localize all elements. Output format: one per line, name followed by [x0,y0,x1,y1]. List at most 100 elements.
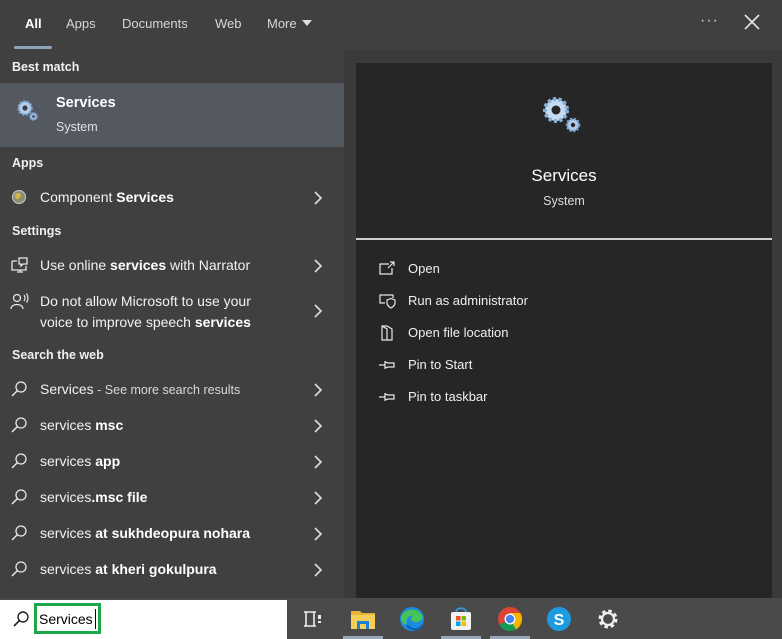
label-prefix: voice to improve speech [40,314,195,330]
narrator-monitor-icon [11,257,28,273]
label-prefix: Use online [40,257,111,273]
tab-all[interactable]: All [25,16,42,31]
action-label: Open [408,261,440,276]
more-options-button[interactable]: ··· [700,12,719,30]
result-label: services at kheri gokulpura [40,559,217,580]
web-search-result[interactable]: services app [0,450,344,474]
action-open[interactable]: Open [378,259,678,281]
close-icon[interactable] [742,12,762,32]
best-match-title: Services [56,95,116,111]
label-bold: at kheri gokulpura [95,561,217,577]
action-run-as-administrator[interactable]: Run as administrator [378,291,678,313]
action-label: Open file location [408,325,509,340]
services-gears-icon [543,97,581,133]
search-icon [11,489,27,505]
tab-web[interactable]: Web [215,16,242,31]
search-input-highlight [34,603,101,634]
windows-search-panel: All Apps Documents Web More ··· Best mat… [0,0,782,639]
label-bold: services [110,257,167,273]
result-label-line1: Do not allow Microsoft to use your [40,293,251,309]
label-prefix: services [40,561,96,577]
file-location-icon [381,325,393,341]
web-search-result[interactable]: services.msc file [0,486,344,510]
label-suffix: with Narrator [166,257,251,273]
tab-more-label: More [267,16,297,31]
label-hint: - See more search results [93,383,241,397]
web-search-result[interactable]: services at sukhdeopura nohara [0,522,344,546]
label-bold: services [194,314,251,330]
best-match-services[interactable]: Services System [0,83,344,147]
search-tabs-bar: All Apps Documents Web More ··· [0,0,782,50]
search-icon [11,381,27,397]
tab-more[interactable]: More [267,16,312,31]
chevron-right-icon[interactable] [312,455,324,469]
action-pin-to-start[interactable]: Pin to Start [378,355,678,377]
label-prefix: services [40,453,96,469]
section-settings: Settings [12,224,62,238]
action-pin-to-taskbar[interactable]: Pin to taskbar [378,387,678,409]
chevron-right-icon[interactable] [312,191,324,205]
taskbar-search-box[interactable] [0,600,287,639]
action-label: Pin to Start [408,357,473,372]
chrome-icon[interactable] [495,604,525,634]
chevron-right-icon[interactable] [312,563,324,577]
search-icon [11,417,27,433]
preview-divider [356,238,772,240]
result-speech-services-privacy[interactable]: Do not allow Microsoft to use your voice… [0,290,344,334]
result-label: Component Services [40,187,174,208]
active-tab-indicator [14,46,52,49]
result-component-services[interactable]: Component Services [0,186,344,210]
result-label: services app [40,451,120,472]
action-label: Run as administrator [408,293,528,308]
label-prefix: services [40,525,96,541]
label-prefix: Services [40,381,94,397]
result-label: services.msc file [40,487,147,508]
caret-down-icon [301,20,312,26]
search-icon [13,611,29,627]
action-label: Pin to taskbar [408,389,488,404]
pin-icon [379,361,395,369]
section-best-match: Best match [12,60,80,74]
tab-documents[interactable]: Documents [122,16,188,31]
web-search-result[interactable]: services msc [0,414,344,438]
chevron-right-icon[interactable] [312,259,324,273]
text-cursor [95,609,96,629]
label-bold: .msc file [91,489,148,505]
label-bold: Services [116,189,174,205]
best-match-subtitle: System [56,120,98,134]
result-label: services msc [40,415,123,436]
section-apps: Apps [12,156,44,170]
label-prefix: services [40,489,92,505]
chevron-right-icon[interactable] [312,383,324,397]
microsoft-store-icon[interactable] [446,604,476,634]
shield-admin-icon [379,294,396,309]
label-bold: app [95,453,121,469]
chevron-right-icon[interactable] [312,527,324,541]
web-search-result[interactable]: Services - See more search results [0,378,344,402]
edge-icon[interactable] [397,604,427,634]
svg-text:S: S [554,612,565,629]
result-label: services at sukhdeopura nohara [40,523,250,544]
result-narrator-online-services[interactable]: Use online services with Narrator [0,254,344,278]
search-input[interactable] [39,609,99,629]
file-explorer-icon[interactable] [348,604,378,634]
open-window-icon [379,261,395,275]
chevron-right-icon[interactable] [312,419,324,433]
search-icon [11,561,27,577]
settings-gear-icon[interactable] [593,604,623,634]
task-view-icon[interactable] [298,604,326,634]
label-prefix: Component [40,189,117,205]
action-open-file-location[interactable]: Open file location [378,323,678,345]
chevron-right-icon[interactable] [312,491,324,505]
label-bold: msc [95,417,124,433]
pin-icon [379,393,395,401]
result-label-line2: voice to improve speech services [40,312,251,333]
chevron-right-icon[interactable] [312,304,324,318]
skype-icon[interactable]: S [544,604,574,634]
label-prefix: services [40,417,96,433]
web-search-result[interactable]: services at kheri gokulpura [0,558,344,582]
tab-apps[interactable]: Apps [66,16,96,31]
speech-person-icon [10,293,29,310]
search-icon [11,525,27,541]
search-icon [11,453,27,469]
